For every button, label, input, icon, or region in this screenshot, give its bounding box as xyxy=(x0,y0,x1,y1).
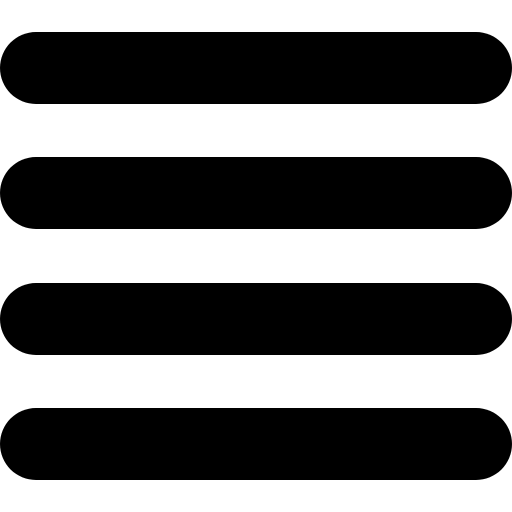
hamburger-menu-icon xyxy=(0,0,512,512)
menu-bar xyxy=(0,283,512,355)
menu-button[interactable] xyxy=(0,0,512,512)
menu-bar xyxy=(0,408,512,480)
menu-bar xyxy=(0,32,512,104)
menu-bar xyxy=(0,157,512,229)
